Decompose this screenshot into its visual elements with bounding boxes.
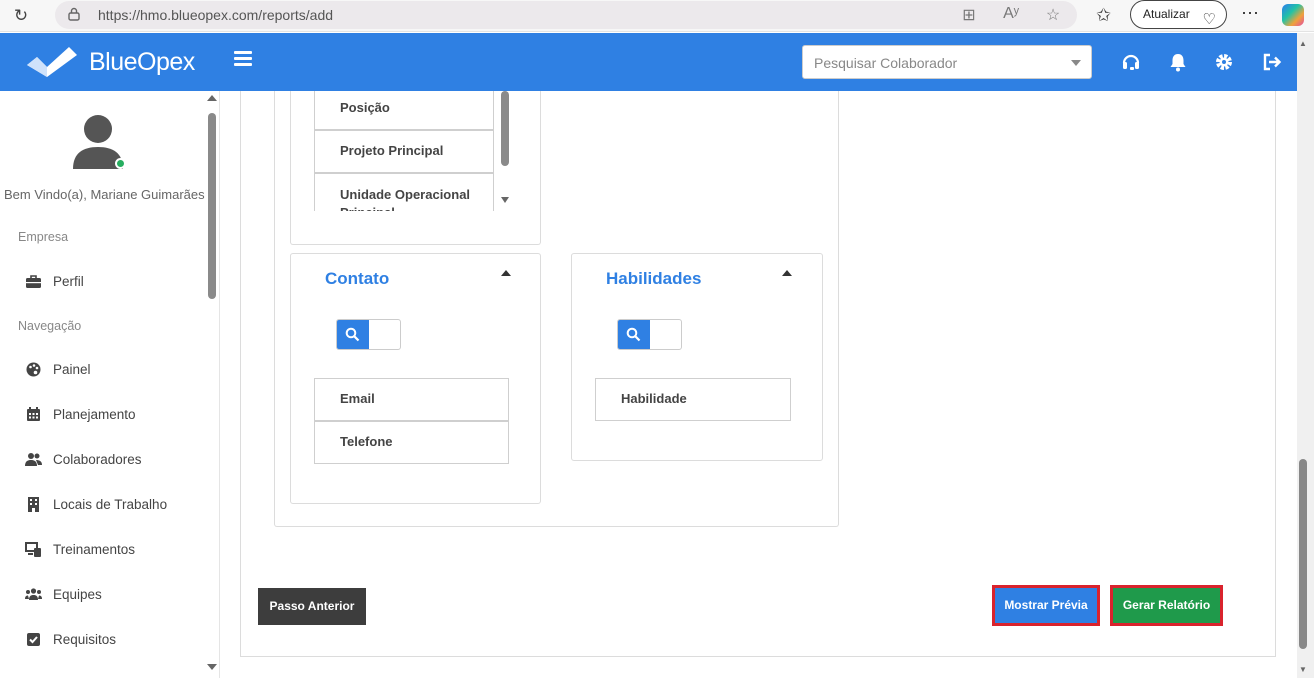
headset-icon[interactable] bbox=[1121, 52, 1141, 72]
search-button[interactable] bbox=[337, 320, 369, 349]
field-item-posicao[interactable]: Posição bbox=[314, 91, 494, 130]
brand-name: BlueOpex bbox=[89, 47, 195, 76]
scroll-up-icon[interactable]: ▲ bbox=[1299, 39, 1307, 48]
sidebar-item-painel[interactable]: Painel bbox=[25, 359, 91, 379]
sidebar-item-requisitos[interactable]: Requisitos bbox=[25, 629, 116, 649]
scroll-down-icon[interactable] bbox=[207, 664, 217, 670]
app-header: BlueOpex Pesquisar Colaborador bbox=[0, 33, 1297, 91]
page-scrollbar[interactable]: ▲ ▼ bbox=[1297, 33, 1314, 678]
previous-step-button[interactable]: Passo Anterior bbox=[258, 588, 366, 625]
sidebar-item-equipes[interactable]: Equipes bbox=[25, 584, 102, 604]
section-navigation: Navegação bbox=[18, 319, 82, 333]
search-placeholder: Pesquisar Colaborador bbox=[814, 55, 958, 71]
sidebar-item-label: Painel bbox=[53, 361, 91, 377]
welcome-text: Bem Vindo(a), Mariane Guimarães bbox=[4, 187, 205, 202]
briefcase-icon bbox=[26, 274, 41, 288]
sidebar-item-label: Colaboradores bbox=[53, 451, 142, 467]
search-button[interactable] bbox=[618, 320, 650, 349]
scroll-down-icon[interactable]: ▼ bbox=[1299, 665, 1307, 674]
field-item-telefone[interactable]: Telefone bbox=[314, 421, 509, 464]
lock-icon bbox=[68, 7, 80, 21]
update-button[interactable]: Atualizar ♡ bbox=[1130, 0, 1227, 29]
sidebar-item-label: Perfil bbox=[53, 273, 84, 289]
logout-icon[interactable] bbox=[1262, 52, 1282, 72]
field-item-habilidade[interactable]: Habilidade bbox=[595, 378, 791, 421]
page-scroll-thumb[interactable] bbox=[1299, 459, 1307, 649]
contato-search-toggle[interactable] bbox=[336, 319, 401, 350]
chevron-down-icon bbox=[1071, 60, 1081, 66]
field-item-unidade-operacional[interactable]: Unidade Operacional Principal bbox=[314, 173, 494, 211]
scroll-down-icon[interactable] bbox=[501, 197, 509, 203]
refresh-icon[interactable]: ↻ bbox=[10, 5, 32, 27]
habilidades-search-toggle[interactable] bbox=[617, 319, 682, 350]
building-icon bbox=[28, 496, 39, 512]
field-item-email[interactable]: Email bbox=[314, 378, 509, 421]
search-icon bbox=[626, 327, 641, 342]
list-scrollbar[interactable] bbox=[498, 91, 512, 211]
more-menu-icon[interactable]: ⋯ bbox=[1241, 3, 1260, 24]
logo-mark-icon bbox=[27, 47, 77, 77]
sidebar-item-label: Locais de Trabalho bbox=[53, 496, 168, 512]
sidebar-item-label: Equipes bbox=[53, 586, 102, 602]
generate-report-button[interactable]: Gerar Relatório bbox=[1113, 588, 1220, 623]
chevron-up-icon[interactable] bbox=[501, 270, 511, 276]
sidebar-item-profile[interactable]: Perfil bbox=[25, 271, 84, 291]
bell-icon[interactable] bbox=[1168, 52, 1188, 72]
list-scroll-thumb[interactable] bbox=[501, 91, 509, 166]
sidebar-item-treinamentos[interactable]: Treinamentos bbox=[25, 539, 135, 559]
heartbeat-icon: ♡ bbox=[1202, 11, 1216, 28]
search-icon bbox=[345, 327, 360, 342]
team-icon bbox=[25, 587, 42, 600]
online-status-dot bbox=[115, 158, 126, 169]
star-icon[interactable]: ☆ bbox=[1043, 5, 1063, 25]
brand-logo[interactable]: BlueOpex bbox=[25, 45, 195, 79]
update-label: Atualizar bbox=[1143, 7, 1190, 21]
users-icon bbox=[25, 452, 42, 466]
address-bar[interactable]: https://hmo.blueopex.com/reports/add ⊞ A… bbox=[55, 1, 1077, 29]
gear-icon[interactable] bbox=[1214, 52, 1234, 72]
panel-title: Contato bbox=[325, 269, 390, 288]
sidebar-item-planejamento[interactable]: Planejamento bbox=[25, 404, 136, 424]
sidebar-item-label: Planejamento bbox=[53, 406, 136, 422]
habilidades-panel: Habilidades bbox=[571, 253, 823, 461]
sidebar-scrollbar[interactable] bbox=[205, 91, 219, 678]
panel-title: Habilidades bbox=[606, 269, 702, 288]
browser-toolbar: ↻ https://hmo.blueopex.com/reports/add ⊞… bbox=[0, 0, 1314, 32]
copilot-icon[interactable] bbox=[1282, 4, 1304, 26]
sidebar-item-colaboradores[interactable]: Colaboradores bbox=[25, 449, 142, 469]
sidebar-item-label: Requisitos bbox=[53, 631, 117, 647]
general-fields-list: Posição Projeto Principal Unidade Operac… bbox=[314, 91, 513, 211]
chevron-up-icon[interactable] bbox=[782, 270, 792, 276]
field-item-projeto-principal[interactable]: Projeto Principal bbox=[314, 130, 494, 173]
menu-toggle-icon[interactable] bbox=[234, 51, 252, 69]
devices-icon bbox=[25, 541, 41, 557]
calendar-icon bbox=[27, 406, 40, 421]
url-text: https://hmo.blueopex.com/reports/add bbox=[98, 7, 334, 23]
checkbox-icon bbox=[27, 632, 40, 646]
palette-icon bbox=[26, 362, 41, 376]
read-aloud-icon[interactable]: Aʸ bbox=[1001, 5, 1021, 25]
scroll-up-icon[interactable] bbox=[207, 95, 217, 101]
favorites-icon[interactable]: ✩ bbox=[1096, 5, 1111, 26]
sidebar-item-label: Treinamentos bbox=[53, 541, 136, 557]
show-preview-button[interactable]: Mostrar Prévia bbox=[995, 588, 1097, 623]
employee-search-select[interactable]: Pesquisar Colaborador bbox=[802, 45, 1092, 79]
sidebar-scroll-thumb[interactable] bbox=[208, 113, 216, 299]
sidebar: Bem Vindo(a), Mariane Guimarães Empresa … bbox=[0, 91, 220, 678]
sidebar-item-locais[interactable]: Locais de Trabalho bbox=[25, 494, 167, 514]
app-grid-icon[interactable]: ⊞ bbox=[959, 5, 979, 25]
section-company: Empresa bbox=[18, 230, 69, 244]
